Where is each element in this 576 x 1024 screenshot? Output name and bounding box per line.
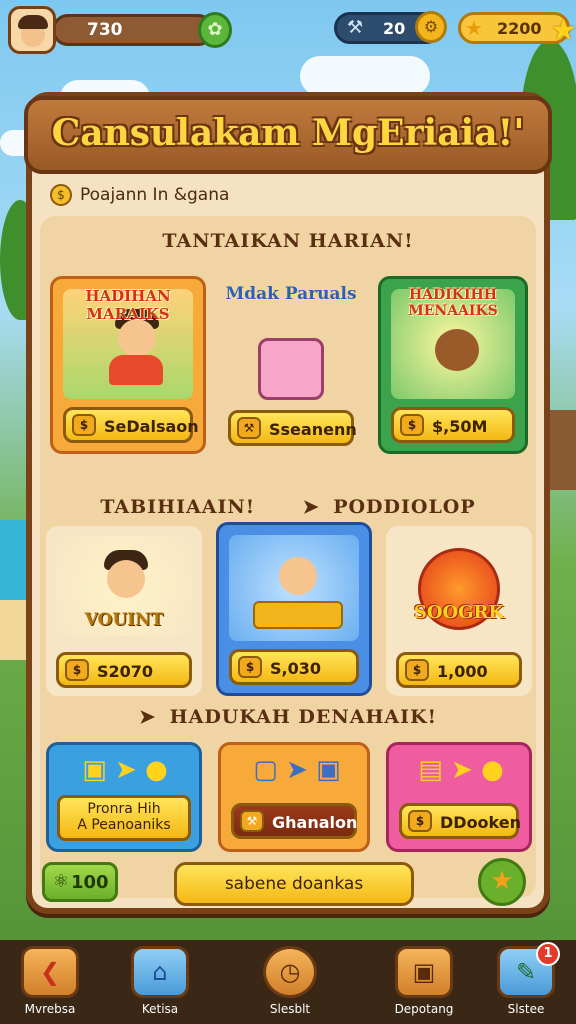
- tools-to-box-icon: ▢ ➤ ▣: [253, 755, 341, 785]
- section-title-daily: TANTAIKAN HARIAN!: [162, 230, 414, 252]
- arrow-right-icon: ➤: [139, 706, 156, 728]
- nav-item-clock[interactable]: ◷ Slesblt: [242, 946, 338, 1022]
- exchange-button[interactable]: $ DDooken: [399, 803, 521, 839]
- exchange-label[interactable]: Pronra Hih A Peanoaniks: [57, 795, 191, 841]
- nav-item-shop[interactable]: ▣ Depotang: [376, 946, 472, 1022]
- card-label: VOUINT: [84, 610, 164, 630]
- player-status: 730 ✿: [8, 6, 232, 54]
- arrow-right-icon: ➤: [302, 496, 320, 518]
- reward-card[interactable]: HADIKIHH MENAAIKS $ $,50M: [378, 276, 528, 454]
- panel-subtitle: $ Poajann In &gana: [50, 184, 229, 206]
- rewards-panel: Cansulakam MgEriaia!' $ Poajann In &gana …: [24, 92, 552, 914]
- card-art-gold-pile: [229, 535, 359, 641]
- section-title-exchange: ➤ HADUKAH DENAHAIK!: [139, 706, 437, 728]
- coin-icon: $: [65, 659, 89, 681]
- chest-to-coin-icon: ▣ ➤ ●: [82, 755, 168, 785]
- coin-icon: $: [400, 414, 424, 436]
- tools-currency-value: 20: [383, 19, 406, 38]
- coin-icon: $: [72, 414, 96, 436]
- leaf-icon: ⚛: [53, 871, 70, 892]
- notification-badge: 1: [536, 942, 560, 966]
- nav-item-settings[interactable]: ✎ 1 Slstee: [478, 942, 574, 1022]
- bottom-nav: ❮ Mvrebsa ⌂ Ketisa ◷ Slesblt ▣ Depotang …: [0, 940, 576, 1024]
- avatar-hair: [18, 15, 48, 29]
- xp-bar: 730: [52, 14, 214, 46]
- claim-button[interactable]: $ S,030: [229, 649, 359, 685]
- nav-item-back[interactable]: ❮ Mvrebsa: [2, 946, 98, 1022]
- reward-card[interactable]: Mdak Paruals ⚒ Sseanenn: [218, 276, 364, 454]
- exchange-card[interactable]: ▣ ➤ ● Pronra Hih A Peanoaniks: [46, 742, 202, 852]
- title-banner: Cansulakam MgEriaia!': [24, 96, 552, 174]
- gold-currency[interactable]: ★ 2200 ★: [458, 12, 576, 48]
- card-label: HADIHAN MARAIKS: [85, 287, 171, 323]
- bear-icon: [435, 329, 479, 371]
- leaf-icon[interactable]: ✿: [198, 12, 232, 48]
- exchange-button[interactable]: ⚒ Ghanalon: [231, 803, 357, 839]
- wrench-icon: ⚒: [237, 417, 261, 439]
- currency-bar: ⚒ 20 ⚙ ★ 2200 ★: [334, 6, 576, 48]
- wrench-icon: ⚒: [347, 17, 364, 38]
- register-to-coins-icon: ▤ ➤ ●: [418, 755, 504, 785]
- exchange-card[interactable]: ▢ ➤ ▣ ⚒ Ghanalon: [218, 742, 370, 852]
- arrow-left-icon: ❮: [21, 946, 79, 998]
- card-label: Mdak Paruals: [225, 284, 357, 304]
- xp-value: 730: [87, 20, 123, 40]
- tools-currency[interactable]: ⚒ 20 ⚙: [334, 11, 447, 44]
- gold-currency-value: 2200: [497, 19, 542, 38]
- reward-card[interactable]: VOUINT $ S2070: [46, 526, 202, 696]
- claim-button[interactable]: $ S2070: [56, 652, 192, 688]
- star-icon: ★: [550, 13, 576, 48]
- reward-card[interactable]: $ S,030: [216, 522, 372, 696]
- claim-button[interactable]: ⚒ Sseanenn: [228, 410, 357, 446]
- house-icon: ⌂: [131, 946, 189, 998]
- exchange-card[interactable]: ▤ ➤ ● $ DDooken: [386, 742, 532, 852]
- nav-item-home[interactable]: ⌂ Ketisa: [112, 946, 208, 1022]
- player-avatar[interactable]: [8, 6, 56, 54]
- gear-icon: ⚙: [415, 11, 447, 43]
- claim-button[interactable]: $ $,50M: [391, 407, 515, 443]
- gold-icon: $: [238, 656, 262, 678]
- claim-button[interactable]: $ 1,000: [396, 652, 522, 688]
- cloud: [300, 56, 430, 96]
- reward-card[interactable]: SOOGRK $ 1,000: [386, 526, 532, 696]
- clock-icon: ◷: [263, 946, 317, 998]
- crate-icon: ▣: [395, 946, 453, 998]
- coin-star-icon: ★: [465, 16, 483, 40]
- wallet-icon: $: [408, 810, 432, 832]
- star-button[interactable]: ★: [478, 858, 526, 906]
- rewards-content: TANTAIKAN HARIAN! HADIHAN MARAIKS $ SeDa…: [40, 216, 536, 898]
- claim-button[interactable]: $ SeDalsaon: [63, 407, 199, 443]
- panel-title: Cansulakam MgEriaia!': [51, 112, 525, 154]
- pink-box-icon: [258, 338, 324, 400]
- count-badge: ⚛ 100: [42, 862, 118, 902]
- reward-card[interactable]: HADIHAN MARAIKS $ SeDalsaon: [50, 276, 206, 454]
- main-action-button[interactable]: sabene doankas: [174, 862, 414, 906]
- card-label: SOOGRK: [413, 602, 505, 623]
- section-title-bonus: TABIHIAAIN! ➤ PODDIOLOP: [100, 496, 476, 518]
- coin-icon: $: [50, 184, 72, 206]
- gold-bars-icon: [253, 601, 343, 629]
- wallet-icon: $: [405, 659, 429, 681]
- wrench-icon: ⚒: [240, 810, 264, 832]
- card-label: HADIKIHH MENAAIKS: [408, 287, 498, 319]
